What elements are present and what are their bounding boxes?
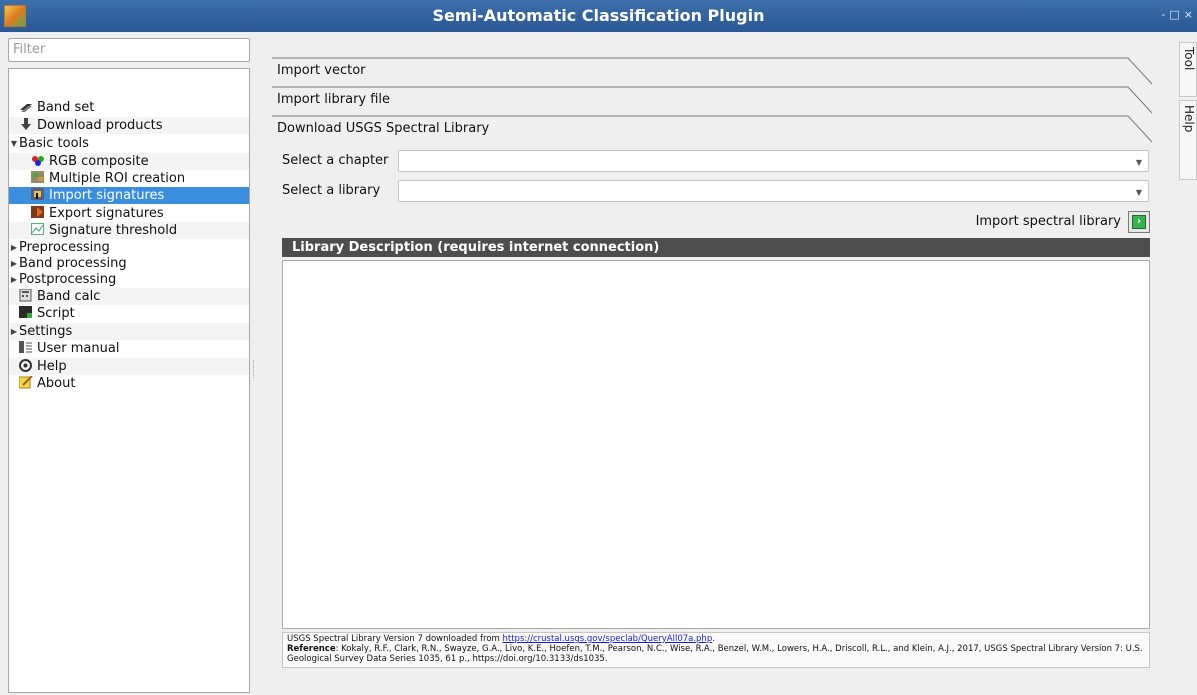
filter-input[interactable]: Filter xyxy=(8,38,250,62)
tree-item-band-set[interactable]: Band set xyxy=(9,99,249,116)
tree-item-label: Export signatures xyxy=(49,206,164,221)
left-panel: Filter Band set Download products ▼ Basic… xyxy=(8,38,250,695)
tab-help-label: Help xyxy=(1182,105,1196,133)
section-label: Import library file xyxy=(277,92,391,107)
panel-splitter[interactable] xyxy=(253,360,255,378)
tree-item-settings[interactable]: ▶ Settings xyxy=(9,323,249,340)
reference-suffix: . xyxy=(712,634,715,644)
tree-item-label: RGB composite xyxy=(49,154,149,169)
tree-item-preprocessing[interactable]: ▶ Preprocessing xyxy=(9,239,249,256)
reference-box: USGS Spectral Library Version 7 download… xyxy=(282,632,1150,668)
tree-item-band-processing[interactable]: ▶ Band processing xyxy=(9,255,249,272)
tree-item-label: Multiple ROI creation xyxy=(49,171,186,186)
reference-prefix: USGS Spectral Library Version 7 download… xyxy=(287,634,503,644)
tree-item-help[interactable]: Help xyxy=(9,358,249,375)
script-icon xyxy=(19,306,33,319)
window-controls[interactable]: - □ × xyxy=(1161,8,1197,21)
about-icon xyxy=(18,375,33,389)
import-signatures-icon xyxy=(31,188,45,201)
tree-item-basic-tools[interactable]: ▼ Basic tools xyxy=(9,135,249,152)
tree-item-label: User manual xyxy=(37,341,120,356)
tree-item-rgb-composite[interactable]: RGB composite xyxy=(9,153,249,170)
chevron-right-icon[interactable]: ▶ xyxy=(9,239,19,256)
dropdown-arrow-icon: ▼ xyxy=(1135,188,1142,197)
library-select[interactable]: ▼ xyxy=(398,180,1149,202)
tree-item-label: Preprocessing xyxy=(19,240,110,255)
library-row: Select a library ▼ xyxy=(272,180,1152,202)
section-download-usgs[interactable]: Download USGS Spectral Library xyxy=(272,114,1152,143)
window-title: Semi-Automatic Classification Plugin xyxy=(432,6,765,25)
import-run-button[interactable]: › xyxy=(1128,211,1150,233)
tree-item-user-manual[interactable]: User manual xyxy=(9,340,249,357)
import-label: Import spectral library xyxy=(975,214,1121,229)
import-row: Import spectral library › xyxy=(272,211,1152,233)
chapter-label: Select a chapter xyxy=(282,153,389,168)
minimize-button[interactable]: - xyxy=(1161,8,1165,21)
tree-item-label: Script xyxy=(37,306,75,321)
signature-threshold-icon xyxy=(31,223,45,236)
tree-item-multiple-roi[interactable]: Multiple ROI creation xyxy=(9,170,249,187)
tab-help[interactable]: Help xyxy=(1179,100,1197,180)
band-calc-icon xyxy=(19,288,33,302)
tab-tool[interactable]: Tool xyxy=(1179,42,1197,97)
tree-item-script[interactable]: Script xyxy=(9,305,249,322)
usgs-link[interactable]: https://crustal.usgs.gov/speclab/QueryAl… xyxy=(503,634,713,644)
reference-text: : Kokaly, R.F., Clark, R.N., Swayze, G.A… xyxy=(287,644,1143,664)
tree-item-label: About xyxy=(37,376,76,391)
run-arrow-icon: › xyxy=(1132,215,1146,229)
maximize-button[interactable]: □ xyxy=(1169,8,1179,21)
title-bar: Semi-Automatic Classification Plugin - □ × xyxy=(0,0,1197,32)
user-manual-icon xyxy=(19,341,33,354)
main-panel: Import vector Import library file Downlo… xyxy=(262,38,1162,688)
tree-item-label: Download products xyxy=(37,118,163,133)
tree-item-postprocessing[interactable]: ▶ Postprocessing xyxy=(9,271,249,288)
band-set-icon xyxy=(19,100,33,113)
tree-item-label: Basic tools xyxy=(19,136,89,151)
tree-item-label: Signature threshold xyxy=(49,223,178,238)
section-import-vector[interactable]: Import vector xyxy=(272,56,1152,85)
tree-item-import-signatures[interactable]: Import signatures xyxy=(9,187,249,204)
section-import-library-file[interactable]: Import library file xyxy=(272,85,1152,114)
tree-item-label: Band processing xyxy=(19,256,127,271)
rgb-composite-icon xyxy=(31,154,45,167)
tree-item-label: Settings xyxy=(19,324,73,339)
chevron-right-icon[interactable]: ▶ xyxy=(9,323,19,340)
chevron-right-icon[interactable]: ▶ xyxy=(9,271,19,288)
library-label: Select a library xyxy=(282,183,381,198)
tool-tree: Band set Download products ▼ Basic tools … xyxy=(8,68,250,693)
tree-item-label: Postprocessing xyxy=(19,272,117,287)
chevron-right-icon[interactable]: ▶ xyxy=(9,255,19,272)
tree-item-export-signatures[interactable]: Export signatures xyxy=(9,205,249,222)
tree-item-label: Help xyxy=(37,359,67,374)
tree-item-label: Import signatures xyxy=(49,188,165,203)
description-box[interactable] xyxy=(282,260,1150,629)
tree-item-label: Band calc xyxy=(37,289,101,304)
dropdown-arrow-icon: ▼ xyxy=(1135,158,1142,167)
export-signatures-icon xyxy=(31,206,45,219)
section-label: Import vector xyxy=(277,63,366,78)
tree-item-label: Band set xyxy=(37,100,95,115)
chapter-row: Select a chapter ▼ xyxy=(272,150,1152,172)
chevron-down-icon[interactable]: ▼ xyxy=(9,135,19,152)
close-button[interactable]: × xyxy=(1184,8,1193,21)
chapter-select[interactable]: ▼ xyxy=(398,150,1149,172)
help-icon xyxy=(19,359,33,372)
tab-tool-label: Tool xyxy=(1182,47,1196,71)
reference-label: Reference xyxy=(287,644,336,654)
section-label: Download USGS Spectral Library xyxy=(277,121,490,136)
download-icon xyxy=(19,118,33,131)
multiple-roi-icon xyxy=(31,171,45,184)
side-tabs: Tool Help xyxy=(1179,38,1197,198)
tree-item-band-calc[interactable]: Band calc xyxy=(9,288,249,305)
tree-item-download-products[interactable]: Download products xyxy=(9,117,249,134)
tree-item-about[interactable]: About xyxy=(9,375,249,392)
description-header: Library Description (requires internet c… xyxy=(282,238,1150,257)
tree-item-signature-threshold[interactable]: Signature threshold xyxy=(9,222,249,239)
